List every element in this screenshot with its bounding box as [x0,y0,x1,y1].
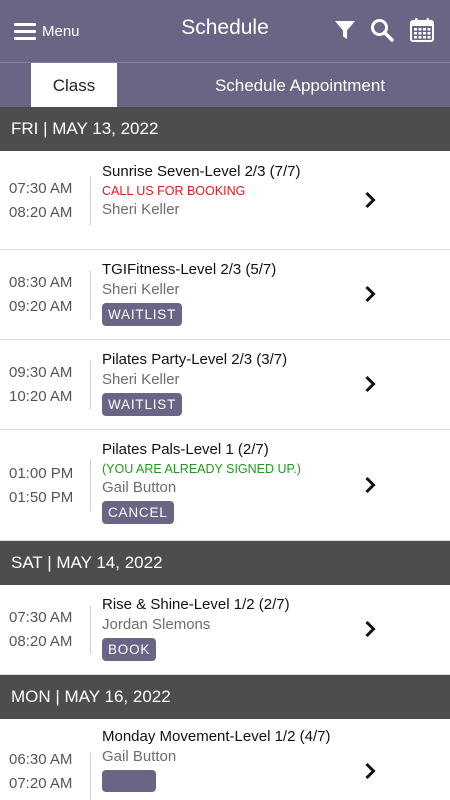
instructor-name: Sheri Keller [102,371,180,388]
waitlist-button[interactable]: WAITLIST [102,303,183,326]
start-time: 07:30 AM [9,609,73,626]
class-info: Monday Movement-Level 1/2 (4/7) Gail But… [102,727,360,797]
instructor-name: Sheri Keller [102,281,180,298]
class-info: Rise & Shine-Level 1/2 (2/7) Jordan Slem… [102,595,380,661]
tab-schedule-appointment[interactable]: Schedule Appointment [150,63,450,108]
class-times: 08:30 AM 09:20 AM [9,250,81,339]
chevron-right-icon[interactable] [362,619,378,639]
class-name: TGIFitness-Level 2/3 (5/7) [102,261,277,278]
tab-class[interactable]: Class [31,63,117,108]
class-info: TGIFitness-Level 2/3 (5/7) Sheri Keller … [102,260,380,326]
divider [90,459,91,511]
class-times: 06:30 AM 07:20 AM [9,719,81,800]
class-name: Pilates Pals-Level 1 (2/7) [102,441,269,458]
menu-label: Menu [42,22,80,40]
divider [90,176,91,225]
start-time: 09:30 AM [9,364,73,381]
class-name: Pilates Party-Level 2/3 (3/7) [102,351,288,368]
hamburger-icon [14,22,36,40]
class-info: Pilates Party-Level 2/3 (3/7) Sheri Kell… [102,350,380,416]
filter-button[interactable] [331,16,359,44]
filter-icon [335,21,355,39]
top-app-bar: Menu Schedule [0,0,450,62]
instructor-name: Sheri Keller [102,201,180,218]
booking-note: CALL US FOR BOOKING [102,184,246,198]
end-time: 01:50 PM [9,488,74,506]
chevron-right-icon[interactable] [362,190,378,210]
start-time: 08:30 AM [9,274,73,291]
class-row[interactable]: 07:30 AM 08:20 AM Rise & Shine-Level 1/2… [0,585,450,675]
cancel-button[interactable]: CANCEL [102,501,174,524]
class-info: Pilates Pals-Level 1 (2/7) (YOU ARE ALRE… [102,440,380,524]
search-button[interactable] [368,16,396,44]
class-info: Sunrise Seven-Level 2/3 (7/7) CALL US FO… [102,162,380,220]
start-time: 01:00 PM [9,464,74,482]
tab-bar: Class Schedule Appointment [0,62,450,108]
chevron-right-icon[interactable] [362,761,378,781]
end-time: 08:20 AM [9,203,73,221]
end-time: 08:20 AM [9,633,73,650]
class-row[interactable]: 07:30 AM 08:20 AM Sunrise Seven-Level 2/… [0,151,450,250]
date-header: FRI | MAY 13, 2022 [0,107,450,151]
action-button[interactable] [102,770,156,792]
start-time: 07:30 AM [9,179,73,197]
start-time: 06:30 AM [9,751,73,768]
search-icon [371,19,394,42]
book-button[interactable]: BOOK [102,638,157,661]
class-name: Sunrise Seven-Level 2/3 (7/7) [102,163,301,180]
class-times: 09:30 AM 10:20 AM [9,340,81,429]
divider [90,753,91,800]
divider [90,271,91,319]
divider [90,606,91,654]
date-header: MON | MAY 16, 2022 [0,675,450,719]
class-row[interactable]: 08:30 AM 09:20 AM TGIFitness-Level 2/3 (… [0,250,450,340]
end-time: 10:20 AM [9,388,73,405]
class-name: Monday Movement-Level 1/2 (4/7) [102,728,331,745]
calendar-button[interactable] [408,16,436,44]
class-row[interactable]: 09:30 AM 10:20 AM Pilates Party-Level 2/… [0,340,450,430]
schedule-list: FRI | MAY 13, 2022 07:30 AM 08:20 AM Sun… [0,107,450,800]
instructor-name: Jordan Slemons [102,616,211,633]
class-name: Rise & Shine-Level 1/2 (2/7) [102,596,290,613]
class-times: 01:00 PM 01:50 PM [9,430,81,540]
instructor-name: Gail Button [102,479,177,496]
divider [90,361,91,409]
menu-button[interactable]: Menu [14,17,80,45]
date-header: SAT | MAY 14, 2022 [0,541,450,585]
end-time: 07:20 AM [9,775,73,792]
chevron-right-icon[interactable] [362,284,378,304]
end-time: 09:20 AM [9,298,73,315]
chevron-right-icon[interactable] [362,374,378,394]
waitlist-button[interactable]: WAITLIST [102,393,183,416]
calendar-icon [410,18,434,42]
instructor-name: Gail Button [102,748,177,765]
class-times: 07:30 AM 08:20 AM [9,151,81,249]
class-row[interactable]: 01:00 PM 01:50 PM Pilates Pals-Level 1 (… [0,430,450,541]
class-row[interactable]: 06:30 AM 07:20 AM Monday Movement-Level … [0,719,450,800]
signed-up-note: (YOU ARE ALREADY SIGNED UP.) [102,462,301,476]
chevron-right-icon[interactable] [362,475,378,495]
class-times: 07:30 AM 08:20 AM [9,585,81,674]
